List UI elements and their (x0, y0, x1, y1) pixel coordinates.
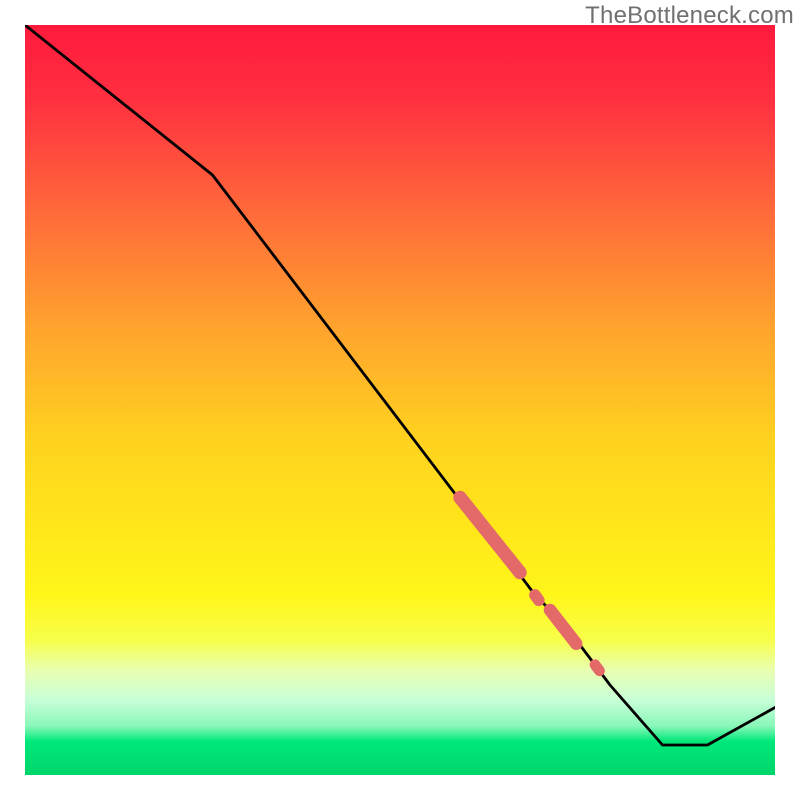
gradient-background (25, 25, 775, 775)
marker-dot (535, 595, 539, 600)
plot-area (25, 25, 775, 775)
chart-stage: TheBottleneck.com (0, 0, 800, 800)
chart-svg (25, 25, 775, 775)
marker-dot (595, 665, 600, 671)
watermark-text: TheBottleneck.com (585, 2, 794, 30)
